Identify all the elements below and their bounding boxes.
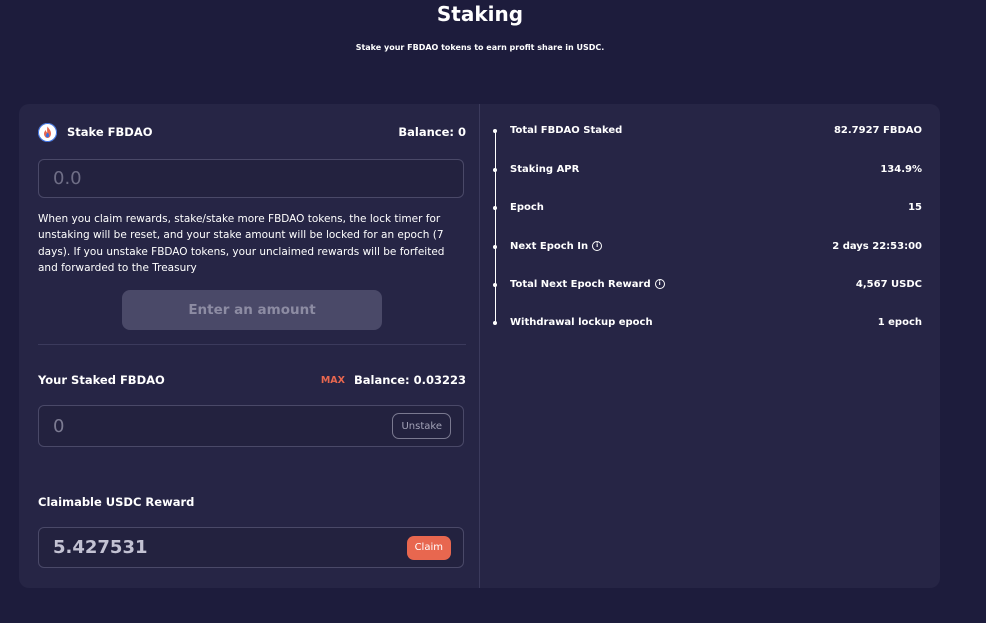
stat-value: 15 [908, 201, 922, 213]
stat-value: 4,567 USDC [855, 278, 922, 290]
stat-row: Next Epoch In i 2 days 22:53:00 [490, 238, 922, 254]
section-divider [38, 344, 466, 345]
stake-balance: Balance: 0 [398, 125, 466, 139]
stat-label: Total FBDAO Staked [510, 124, 623, 136]
unstake-button[interactable]: Unstake [392, 413, 451, 439]
timeline-dot [493, 321, 497, 325]
staking-page: Staking Stake your FBDAO tokens to earn … [0, 0, 986, 623]
stake-label: Stake FBDAO [67, 125, 153, 139]
page-title: Staking [436, 2, 524, 26]
card-divider [479, 104, 480, 588]
stat-row: Withdrawal lockup epoch 1 epoch [490, 314, 922, 330]
enter-amount-button[interactable]: Enter an amount [122, 290, 382, 330]
stat-value: 2 days 22:53:00 [832, 240, 922, 252]
timeline-dot [493, 129, 497, 133]
stake-panel: Stake FBDAO Balance: 0 When you claim re… [38, 104, 466, 588]
stake-notice: When you claim rewards, stake/stake more… [38, 213, 445, 274]
stats-panel: Total FBDAO Staked 82.7927 FBDAO Staking… [490, 104, 922, 588]
timeline-dot [493, 168, 497, 172]
reward-label: Claimable USDC Reward [38, 495, 195, 509]
staked-label: Your Staked FBDAO [38, 373, 165, 387]
stat-value: 134.9% [880, 163, 922, 175]
info-icon[interactable]: i [592, 241, 603, 251]
timeline-line [495, 130, 496, 324]
stat-row: Staking APR 134.9% [490, 161, 922, 177]
reward-value: 5.427531 [53, 537, 148, 558]
unstake-amount-field[interactable]: Unstake [38, 405, 464, 447]
stake-amount-field[interactable] [38, 159, 464, 198]
stat-label: Next Epoch In [510, 240, 589, 252]
stake-header: Stake FBDAO Balance: 0 [38, 122, 466, 142]
reward-header: Claimable USDC Reward [38, 492, 466, 512]
stat-label: Staking APR [510, 163, 580, 175]
page-subtitle: Stake your FBDAO tokens to earn profit s… [355, 43, 605, 52]
fbdao-token-icon [38, 122, 57, 142]
stat-value: 82.7927 FBDAO [833, 124, 922, 136]
info-icon[interactable]: i [654, 279, 665, 289]
reward-field: 5.427531 Claim [38, 527, 464, 568]
stat-label: Epoch [510, 201, 544, 213]
stat-label: Withdrawal lockup epoch [510, 316, 653, 328]
stat-row: Epoch 15 [490, 199, 922, 215]
timeline-dot [493, 245, 497, 249]
timeline-dot [493, 283, 497, 287]
stat-row: Total FBDAO Staked 82.7927 FBDAO [490, 122, 922, 138]
unstake-amount-input[interactable] [53, 415, 353, 437]
timeline-dot [493, 206, 497, 210]
stake-amount-input[interactable] [53, 168, 353, 189]
staked-balance: Balance: 0.03223 [353, 373, 466, 387]
staked-header: Your Staked FBDAO MAX Balance: 0.03223 [38, 370, 466, 390]
claim-button[interactable]: Claim [406, 535, 451, 560]
max-link[interactable]: MAX [321, 375, 345, 386]
stat-row: Total Next Epoch Reward i 4,567 USDC [490, 276, 922, 292]
stat-label: Total Next Epoch Reward [510, 278, 651, 290]
stat-value: 1 epoch [877, 316, 922, 328]
